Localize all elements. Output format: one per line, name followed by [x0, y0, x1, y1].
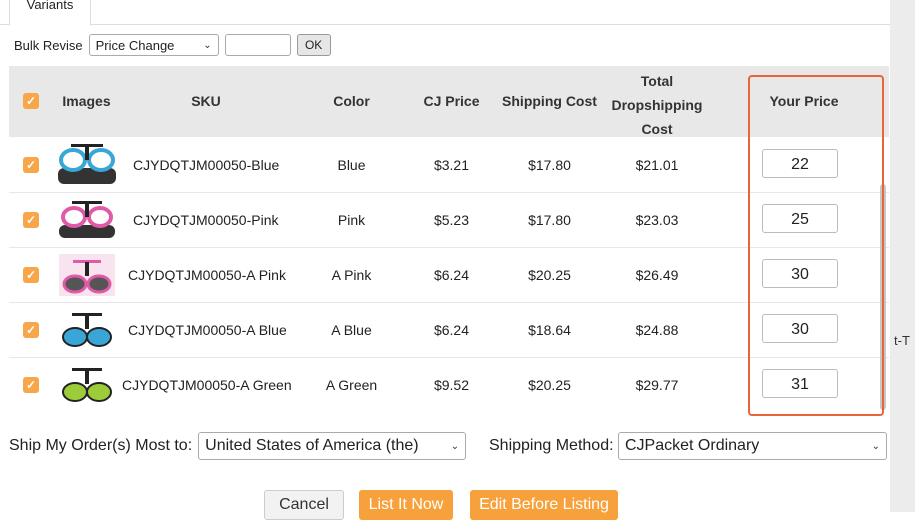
cell-color: Blue — [337, 157, 366, 173]
product-thumbnail — [62, 313, 112, 347]
ship-destination-label: Ship My Order(s) Most to: — [9, 437, 193, 454]
table-row: ✓ CJYDQTJM00050-A Blue A Blue $6.24 $18.… — [9, 303, 889, 358]
cell-sku: CJYDQTJM00050-A Blue — [128, 322, 287, 338]
cell-shipping-cost: $17.80 — [528, 157, 571, 173]
list-it-now-button[interactable]: List It Now — [359, 490, 453, 520]
your-price-input[interactable]: 30 — [762, 314, 838, 343]
cell-cj-price: $3.21 — [433, 157, 470, 173]
cell-color: A Pink — [331, 267, 372, 283]
cell-total-cost: $24.88 — [635, 322, 679, 338]
cell-total-cost: $26.49 — [635, 267, 679, 283]
header-shipping-cost: Shipping Cost — [502, 93, 597, 109]
product-thumbnail — [59, 254, 115, 296]
edit-before-listing-button[interactable]: Edit Before Listing — [470, 490, 618, 520]
cell-color: Pink — [337, 212, 366, 228]
chevron-down-icon: ⌄ — [203, 39, 212, 51]
bulk-revise-select[interactable]: Price Change ⌄ — [88, 34, 219, 56]
shipping-method-select[interactable]: CJPacket Ordinary ⌄ — [618, 432, 887, 460]
bulk-revise-label: Bulk Revise — [14, 37, 83, 53]
table-row: ✓ CJYDQTJM00050-Pink Pink $5.23 $17.80 $… — [9, 193, 889, 248]
your-price-input[interactable]: 25 — [762, 204, 838, 233]
background-text-stub: t-T — [894, 333, 910, 348]
cell-total-cost: $23.03 — [635, 212, 679, 228]
ship-destination-value: United States of America (the) — [205, 437, 419, 454]
select-all-checkbox[interactable]: ✓ — [23, 93, 39, 109]
your-price-input[interactable]: 31 — [762, 369, 838, 398]
product-thumbnail — [62, 368, 112, 402]
bulk-revise-select-value: Price Change — [95, 37, 175, 53]
bulk-revise-bar: Bulk Revise Price Change ⌄ OK — [14, 33, 331, 57]
ship-destination-row: Ship My Order(s) Most to: United States … — [9, 432, 467, 460]
row-checkbox[interactable]: ✓ — [23, 377, 39, 393]
cell-shipping-cost: $17.80 — [528, 212, 571, 228]
cell-cj-price: $6.24 — [433, 267, 470, 283]
product-thumbnail — [59, 201, 115, 238]
cell-sku: CJYDQTJM00050-Blue — [133, 157, 280, 173]
header-sku: SKU — [191, 93, 221, 109]
cell-cj-price: $6.24 — [433, 322, 470, 338]
tab-bar: Variants — [0, 0, 890, 26]
table-row: ✓ CJYDQTJM00050-A Pink A Pink $6.24 $20.… — [9, 248, 889, 303]
table-row: ✓ CJYDQTJM00050-Blue Blue $3.21 $17.80 $… — [9, 138, 889, 193]
shipping-method-label: Shipping Method: — [489, 437, 614, 454]
cell-shipping-cost: $20.25 — [528, 377, 571, 393]
header-your-price: Your Price — [769, 93, 839, 109]
cell-total-cost: $21.01 — [635, 157, 679, 173]
cell-total-cost: $29.77 — [635, 377, 679, 393]
bulk-revise-value-input[interactable] — [224, 34, 291, 56]
header-cj-price: CJ Price — [423, 93, 480, 109]
table-scrollbar[interactable] — [880, 184, 886, 410]
cell-color: A Blue — [331, 322, 372, 338]
variants-modal: Variants Bulk Revise Price Change ⌄ OK ✓… — [0, 0, 890, 520]
background-page-strip: t-T — [890, 0, 915, 512]
table-header: ✓ Images SKU Color CJ Price Shipping Cos… — [9, 66, 889, 137]
header-images: Images — [62, 93, 111, 109]
cell-shipping-cost: $20.25 — [528, 267, 571, 283]
chevron-down-icon: ⌄ — [450, 440, 460, 452]
your-price-input[interactable]: 30 — [762, 259, 838, 288]
header-color: Color — [333, 93, 370, 109]
variants-table: ✓ Images SKU Color CJ Price Shipping Cos… — [9, 66, 889, 410]
cell-shipping-cost: $18.64 — [528, 322, 571, 338]
product-thumbnail — [58, 144, 116, 184]
row-checkbox[interactable]: ✓ — [23, 267, 39, 283]
shipping-method-value: CJPacket Ordinary — [625, 437, 760, 454]
header-total-line1: Total — [640, 73, 674, 89]
cancel-button[interactable]: Cancel — [264, 490, 344, 520]
header-total-line2: Dropshipping — [611, 97, 703, 113]
row-checkbox[interactable]: ✓ — [23, 157, 39, 173]
cell-cj-price: $5.23 — [433, 212, 470, 228]
cell-cj-price: $9.52 — [433, 377, 470, 393]
bulk-revise-ok-button[interactable]: OK — [296, 34, 331, 56]
chevron-down-icon: ⌄ — [871, 440, 880, 452]
row-checkbox[interactable]: ✓ — [23, 322, 39, 338]
row-checkbox[interactable]: ✓ — [23, 212, 39, 228]
tab-variants[interactable]: Variants — [9, 0, 91, 26]
cell-sku: CJYDQTJM00050-A Pink — [128, 267, 286, 283]
header-total-dropshipping-cost: Total Dropshipping Cost — [607, 69, 707, 141]
table-row: ✓ CJYDQTJM00050-A Green A Green $9.52 $2… — [9, 358, 889, 410]
cell-color: A Green — [325, 377, 378, 393]
your-price-input[interactable]: 22 — [762, 149, 838, 178]
cell-sku: CJYDQTJM00050-Pink — [133, 212, 279, 228]
cell-sku: CJYDQTJM00050-A Green — [122, 377, 292, 393]
ship-destination-select[interactable]: United States of America (the) ⌄ — [198, 432, 467, 460]
